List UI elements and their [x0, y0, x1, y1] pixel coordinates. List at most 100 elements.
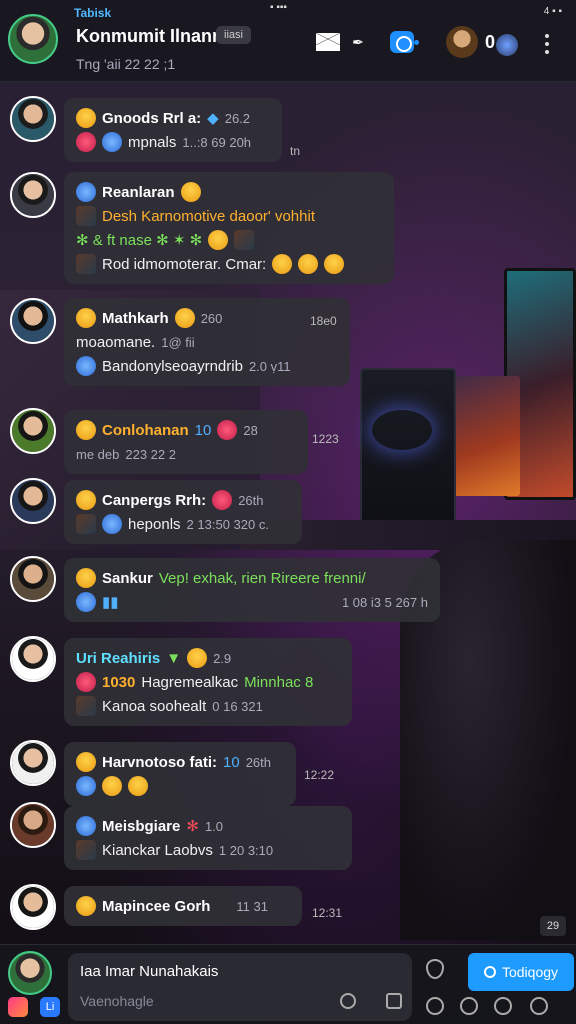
message-text: Bandonylseoayrndrib	[102, 357, 243, 375]
message-meta: 1 20 3:10	[218, 842, 274, 858]
flag-icon: ✻	[186, 818, 199, 835]
emoji-icon	[76, 308, 96, 328]
message-composer: Li Iaa Imar Nunahakais Vaenohagle Todiqo…	[0, 944, 576, 1024]
smile-emoji-icon	[76, 108, 96, 128]
message-bubble[interactable]: Mathkarh 260 moaomane. 1@ fii Bandonylseoa…	[64, 298, 350, 386]
message-avatar[interactable]	[10, 298, 56, 344]
emoji-icon	[174, 308, 195, 328]
emoji-icon	[76, 776, 96, 796]
message-sender: Harvnotoso fati:	[102, 753, 218, 771]
message-bubble[interactable]: Uri Reahiris ▼ 2.9 1030 Hagremealkac Minnhac…	[64, 638, 352, 726]
image-thumbnail-icon	[234, 230, 255, 250]
sticker-icon[interactable]	[530, 997, 548, 1015]
linkedin-icon[interactable]: Li	[40, 997, 60, 1017]
emoji-icon	[298, 254, 319, 274]
emoji-icon	[76, 490, 96, 510]
message-text: moaomane.	[76, 333, 156, 351]
emoji-picker-icon[interactable]	[460, 997, 478, 1015]
emoji-icon	[272, 254, 293, 274]
mail-icon[interactable]	[314, 28, 342, 56]
more-options-icon[interactable]	[545, 34, 551, 54]
settings-icon[interactable]	[494, 997, 512, 1015]
message-avatar[interactable]	[10, 884, 56, 930]
message-time: 1223	[312, 432, 339, 446]
message-avatar[interactable]	[10, 636, 56, 682]
message-meta: 1 08 i3 5 267 h	[341, 594, 428, 610]
message-badge: 2.9	[213, 650, 232, 666]
message-sender: Gnoods Rrl a:	[102, 109, 202, 127]
message-text: heponls	[128, 515, 181, 533]
message-badge: 1.0	[204, 818, 224, 834]
emoji-icon	[76, 592, 96, 612]
chat-header: Tabisk ▪ ▪▪▪ 4 ▪ ▪ Konmumit Ilnannan: ii…	[0, 0, 576, 82]
emoji-icon	[76, 816, 96, 836]
message-meta: 0 16 321	[212, 698, 263, 714]
message-avatar[interactable]	[10, 478, 56, 524]
attach-icon[interactable]	[386, 993, 402, 1009]
emoji-icon	[76, 356, 96, 376]
message-bubble[interactable]: Meisbgiare ✻ 1.0 Kianckar Laobvs 1 20 3:10	[64, 806, 352, 870]
message-count: 1030	[102, 673, 136, 691]
chat-avatar[interactable]	[8, 14, 58, 64]
message-meta: 26th	[245, 754, 272, 770]
message-sender: Conlohanan	[102, 421, 189, 439]
emoji-icon	[76, 752, 96, 772]
peer-avatar[interactable]	[446, 26, 478, 58]
emoji-icon	[128, 776, 148, 796]
message-bubble[interactable]: Mapincee Gorh 11 31	[64, 886, 302, 926]
message-time: 12:22	[304, 768, 335, 782]
send-button-label: Todiqogy	[501, 964, 559, 980]
title-chip[interactable]: iiasi	[216, 26, 251, 44]
message-sender: Mapincee Gorh	[102, 897, 211, 915]
message-sender: Uri Reahiris	[76, 649, 161, 667]
peer-avatar-small[interactable]	[496, 34, 518, 56]
message-badge: 26th	[238, 492, 264, 508]
emoji-icon	[187, 648, 208, 668]
message-meta: 28	[243, 422, 258, 438]
composer-avatar[interactable]	[8, 951, 52, 995]
message-badge: 10	[223, 753, 240, 771]
message-bubble[interactable]: Gnoods Rrl a: ◆ 26.2 mpnals 1..:8 69 20h	[64, 98, 282, 162]
camera-indicator-dot	[414, 40, 419, 45]
message-badge: 10	[194, 421, 212, 439]
message-sender: Reanlaran	[102, 183, 175, 201]
status-icons: ▮▮	[102, 594, 119, 611]
emoji-icon	[102, 514, 122, 534]
message-bubble[interactable]: Harvnotoso fati: 10 26th	[64, 742, 296, 806]
image-thumbnail-icon	[76, 254, 96, 274]
message-meta: 1..:8 69 20h	[182, 134, 252, 150]
status-mid: ▪ ▪▪▪	[270, 2, 287, 13]
emoji-icon	[76, 672, 96, 692]
message-badge: 260	[200, 310, 223, 326]
feather-icon[interactable]: ✒	[344, 28, 372, 56]
info-emoji-icon	[76, 182, 96, 202]
message-avatar[interactable]	[10, 740, 56, 786]
scroll-to-bottom-badge[interactable]: 29	[540, 916, 566, 936]
clock-icon[interactable]	[426, 997, 444, 1015]
camera-icon[interactable]	[388, 28, 416, 56]
message-badge: 11 31	[236, 898, 268, 914]
message-bubble[interactable]: Conlohanan 10 28 me deb 223 22 2	[64, 410, 308, 474]
shield-icon[interactable]	[426, 959, 444, 979]
message-input[interactable]: Vaenohagle	[80, 993, 154, 1009]
image-thumbnail-icon	[76, 840, 96, 860]
composer-label: Iaa Imar Nunahakais	[80, 963, 219, 980]
message-avatar[interactable]	[10, 408, 56, 454]
message-bubble[interactable]: Sankur Vep! exhak, rien Rireere frenni/ ▮…	[64, 558, 440, 622]
send-button[interactable]: Todiqogy	[468, 953, 574, 991]
message-avatar[interactable]	[10, 556, 56, 602]
image-thumbnail-icon	[76, 206, 96, 226]
check-icon: ▼	[166, 649, 182, 667]
message-bubble[interactable]: Reanlaran Desh Karnomotive daoor' vohhit…	[64, 172, 394, 284]
message-meta: 1@ fii	[161, 334, 195, 350]
message-avatar[interactable]	[10, 802, 56, 848]
message-avatar[interactable]	[10, 172, 56, 218]
message-meta: 2 13:50 320 c.	[186, 516, 269, 532]
status-left: Tabisk	[74, 6, 112, 20]
message-avatar[interactable]	[10, 96, 56, 142]
message-bubble[interactable]: Canpergs Rrh: 26th heponls 2 13:50 320 c.	[64, 480, 302, 544]
search-icon[interactable]	[340, 993, 356, 1009]
message-text-green: Vep! exhak, rien Rireere frenni/	[158, 569, 366, 587]
emoji-icon	[212, 490, 233, 510]
instagram-icon[interactable]	[8, 997, 28, 1017]
